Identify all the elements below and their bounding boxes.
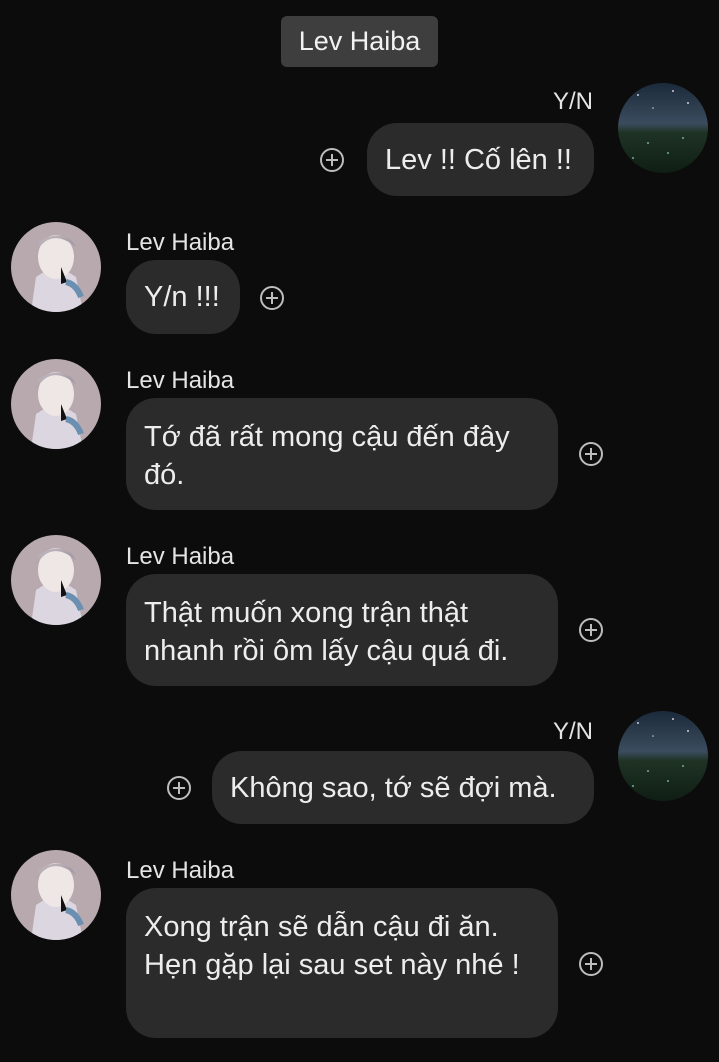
chat-title-chip: Lev Haiba — [281, 16, 438, 67]
message-text: Không sao, tớ sẽ đợi mà. — [230, 771, 557, 804]
plus-circle-icon[interactable] — [579, 442, 603, 466]
sender-name: Y/N — [552, 88, 593, 115]
lev-avatar[interactable] — [11, 850, 101, 940]
message-bubble-incoming[interactable]: Xong trận sẽ dẫn cậu đi ăn. Hẹn gặp lại … — [126, 888, 558, 1038]
message-text: Y/n !!! — [144, 281, 220, 313]
message-text: Thật muốn xong trận thật nhanh rồi ôm lấ… — [144, 597, 509, 667]
chat-title: Lev Haiba — [298, 26, 421, 56]
message-text: Tớ đã rất mong cậu đến đây đó. — [144, 421, 510, 491]
lev-avatar[interactable] — [11, 535, 101, 625]
lev-avatar-image — [11, 222, 101, 312]
sender-name: Lev Haiba — [126, 543, 235, 570]
sender-name: Lev Haiba — [126, 367, 235, 394]
lev-avatar[interactable] — [11, 359, 101, 449]
sender-name: Lev Haiba — [126, 229, 235, 256]
message-text: Xong trận sẽ dẫn cậu đi ăn. Hẹn gặp lại … — [144, 911, 520, 981]
lev-avatar[interactable] — [11, 222, 101, 312]
plus-circle-icon[interactable] — [320, 148, 344, 172]
user-avatar[interactable] — [618, 83, 708, 173]
message-text: Lev !! Cố lên !! — [385, 143, 572, 176]
lev-avatar-image — [11, 535, 101, 625]
user-avatar[interactable] — [618, 711, 708, 801]
message-bubble-incoming[interactable]: Tớ đã rất mong cậu đến đây đó. — [126, 398, 558, 510]
sender-name: Lev Haiba — [126, 857, 235, 884]
night-field-avatar-image — [618, 83, 708, 173]
plus-circle-icon[interactable] — [579, 618, 603, 642]
lev-avatar-image — [11, 359, 101, 449]
message-bubble-incoming[interactable]: Thật muốn xong trận thật nhanh rồi ôm lấ… — [126, 574, 558, 686]
message-bubble-outgoing[interactable]: Lev !! Cố lên !! — [367, 123, 594, 196]
sender-name: Y/N — [552, 718, 593, 745]
message-bubble-incoming[interactable]: Y/n !!! — [126, 260, 240, 334]
lev-avatar-image — [11, 850, 101, 940]
plus-circle-icon[interactable] — [579, 952, 603, 976]
night-field-avatar-image — [618, 711, 708, 801]
plus-circle-icon[interactable] — [167, 776, 191, 800]
plus-circle-icon[interactable] — [260, 286, 284, 310]
message-bubble-outgoing[interactable]: Không sao, tớ sẽ đợi mà. — [212, 751, 594, 824]
